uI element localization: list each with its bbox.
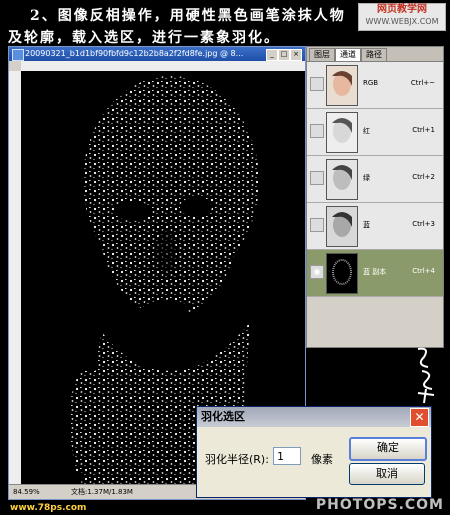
close-icon[interactable]: ✕ xyxy=(410,408,429,427)
close-window-button[interactable]: × xyxy=(290,49,302,61)
site-watermark-url: WWW.WEBJX.COM xyxy=(365,17,439,26)
artist-signature xyxy=(417,347,435,404)
channel-thumbnail xyxy=(326,112,358,153)
channel-shortcut: Ctrl+1 xyxy=(412,126,435,134)
channel-thumbnail xyxy=(326,253,358,294)
channel-row-rgb[interactable]: RGB Ctrl+~ xyxy=(307,62,443,109)
channel-thumbnail xyxy=(326,206,358,247)
channels-panel: 图层 通道 路径 RGB Ctrl+~ 红 Ctrl+1 绿 Ctrl+2 蓝 … xyxy=(306,46,444,348)
channel-shortcut: Ctrl+~ xyxy=(410,79,435,87)
eye-icon[interactable] xyxy=(310,218,324,232)
site-watermark-bottom-right: PHOTOPS.COM xyxy=(315,497,444,513)
channel-shortcut: Ctrl+2 xyxy=(412,173,435,181)
tab-channels[interactable]: 通道 xyxy=(335,48,361,61)
image-title-bar[interactable]: 20090321_b1d1bf90fbfd9c12b2b8a2f2fd8fe.j… xyxy=(9,47,305,61)
minimize-button[interactable]: _ xyxy=(266,49,278,61)
eye-icon[interactable]: ◉ xyxy=(310,265,324,279)
feather-radius-input[interactable]: 1 xyxy=(273,447,301,465)
channel-row-blue-copy[interactable]: ◉ 蓝 副本 Ctrl+4 xyxy=(307,250,443,297)
zoom-level[interactable]: 84.59% xyxy=(13,485,40,499)
instruction-line-2: 及轮廓，载入选区，进行一素象羽化。 xyxy=(8,30,280,46)
feather-unit-label: 像素 xyxy=(311,453,333,466)
photoshop-doc-icon xyxy=(12,49,24,61)
maximize-button[interactable]: □ xyxy=(278,49,290,61)
ok-button[interactable]: 确定 xyxy=(349,437,427,461)
eye-icon[interactable] xyxy=(310,124,324,138)
channel-name: 红 xyxy=(363,127,370,135)
panel-tabs: 图层 通道 路径 xyxy=(307,47,443,62)
channel-name: 绿 xyxy=(363,174,370,182)
feather-selection-dialog: 羽化选区 ✕ 羽化半径(R): 1 像素 确定 取消 xyxy=(196,406,432,498)
feather-radius-label: 羽化半径(R): xyxy=(205,453,269,466)
channel-name: RGB xyxy=(363,79,379,87)
document-size: 文档:1.37M/1.83M xyxy=(71,488,133,496)
tab-layers[interactable]: 图层 xyxy=(309,48,335,61)
site-watermark-bottom-left: www.78ps.com xyxy=(10,503,87,513)
channel-row-blue[interactable]: 蓝 Ctrl+3 xyxy=(307,203,443,250)
eye-icon[interactable] xyxy=(310,171,324,185)
eye-icon[interactable] xyxy=(310,77,324,91)
channel-thumbnail xyxy=(326,159,358,200)
image-title: 20090321_b1d1bf90fbfd9c12b2b8a2f2fd8fe.j… xyxy=(25,49,244,58)
tab-paths[interactable]: 路径 xyxy=(361,48,387,61)
channel-row-green[interactable]: 绿 Ctrl+2 xyxy=(307,156,443,203)
channel-shortcut: Ctrl+3 xyxy=(412,220,435,228)
channel-name: 蓝 xyxy=(363,221,370,229)
site-watermark-name: 网页教学网 xyxy=(377,4,427,15)
channel-shortcut: Ctrl+4 xyxy=(412,267,435,275)
instruction-line-1: 2、图像反相操作，用硬性黑色画笔涂抹人物 xyxy=(30,8,346,24)
dialog-title: 羽化选区 xyxy=(197,407,431,427)
channel-thumbnail xyxy=(326,65,358,106)
channel-name: 蓝 副本 xyxy=(363,268,387,276)
cancel-button[interactable]: 取消 xyxy=(349,463,425,485)
site-watermark: 网页教学网 WWW.WEBJX.COM xyxy=(358,3,446,31)
channel-row-red[interactable]: 红 Ctrl+1 xyxy=(307,109,443,156)
